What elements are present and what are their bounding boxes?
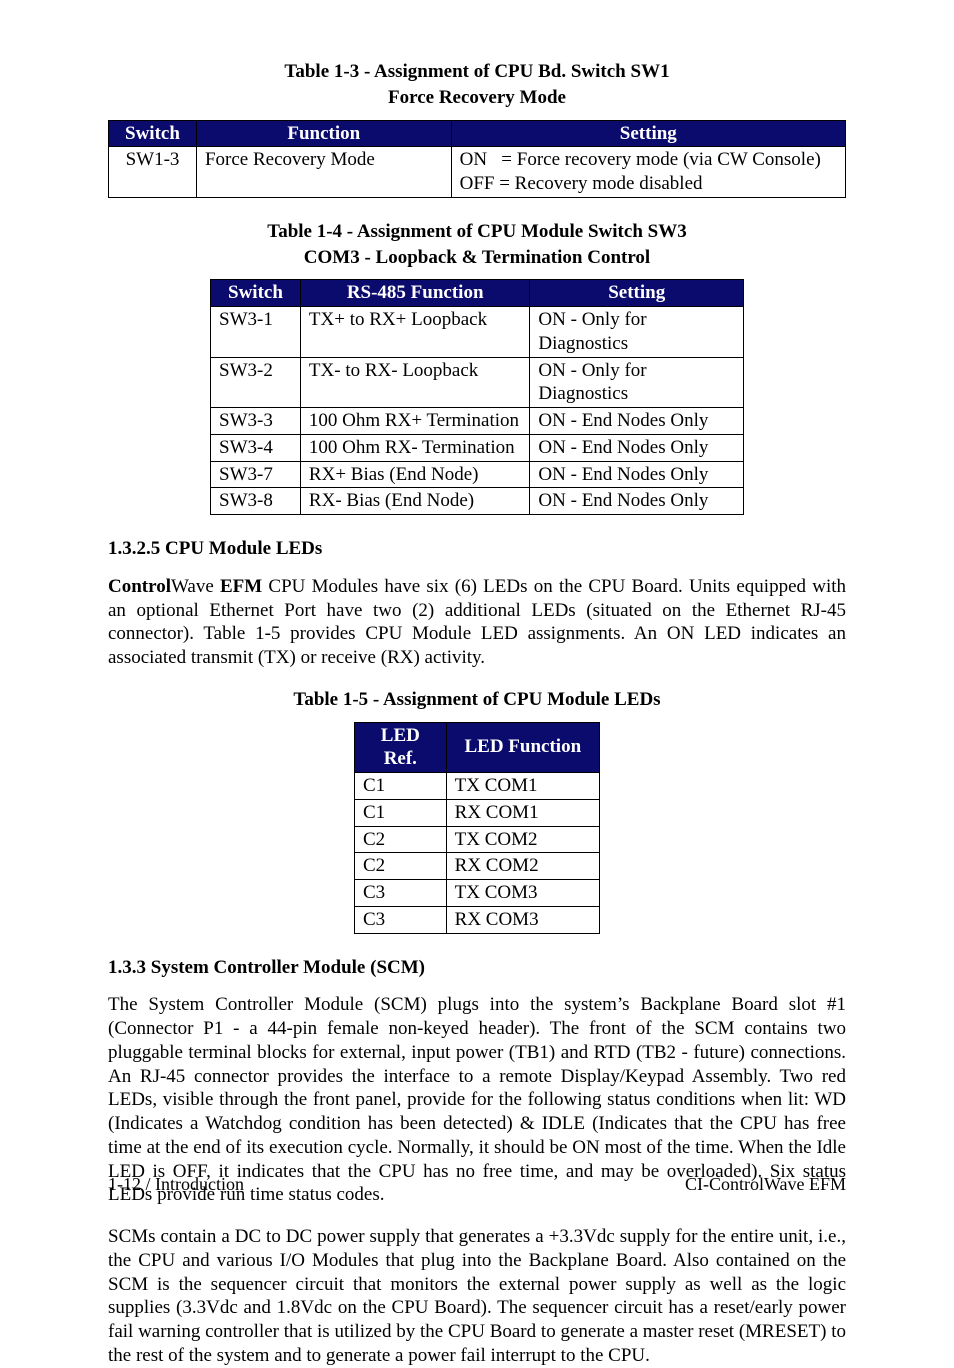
cell-switch: SW3-4 [211, 434, 301, 461]
cell-setting: ON = Force recovery mode (via CW Console… [451, 147, 845, 198]
cell-func: RX- Bias (End Node) [300, 488, 530, 515]
brand-control: Control [108, 576, 171, 597]
cell-function: Force Recovery Mode [196, 147, 451, 198]
cell-ref: C2 [355, 826, 447, 853]
table-row: C2 RX COM2 [355, 853, 600, 880]
table-row: C1 RX COM1 [355, 799, 600, 826]
brand-efm: EFM [220, 576, 262, 597]
cell-func: TX- to RX- Loopback [300, 357, 530, 408]
cell-switch: SW3-2 [211, 357, 301, 408]
table-1-5-caption: Table 1-5 - Assignment of CPU Module LED… [108, 688, 846, 712]
setting-off: OFF = Recovery mode disabled [460, 173, 703, 194]
cell-func: TX COM2 [446, 826, 599, 853]
cell-func: RX COM1 [446, 799, 599, 826]
table-row: C3 RX COM3 [355, 906, 600, 933]
footer-left: 1-12 / Introduction [108, 1173, 244, 1196]
table-1-3-subcaption: Force Recovery Mode [108, 86, 846, 110]
table-header-row: LED Ref. LED Function [355, 722, 600, 773]
cell-ref: C2 [355, 853, 447, 880]
th-led-func: LED Function [446, 722, 599, 773]
table-1-4-caption: Table 1-4 - Assignment of CPU Module Swi… [108, 220, 846, 244]
table-header-row: Switch RS-485 Function Setting [211, 280, 744, 307]
heading-1-3-2-5: 1.3.2.5 CPU Module LEDs [108, 537, 846, 561]
cell-ref: C3 [355, 906, 447, 933]
cell-setting: ON - Only for Diagnostics [530, 307, 744, 358]
cell-func: TX COM3 [446, 880, 599, 907]
table-row: SW3-4 100 Ohm RX- Termination ON - End N… [211, 434, 744, 461]
th-led-ref: LED Ref. [355, 722, 447, 773]
cell-setting: ON - End Nodes Only [530, 434, 744, 461]
th-function: Function [196, 120, 451, 147]
cell-func: TX+ to RX+ Loopback [300, 307, 530, 358]
cell-ref: C1 [355, 799, 447, 826]
table-row: SW3-7 RX+ Bias (End Node) ON - End Nodes… [211, 461, 744, 488]
table-row: SW3-1 TX+ to RX+ Loopback ON - Only for … [211, 307, 744, 358]
cell-ref: C1 [355, 773, 447, 800]
cell-func: RX COM2 [446, 853, 599, 880]
cell-func: 100 Ohm RX- Termination [300, 434, 530, 461]
setting-on: ON = Force recovery mode (via CW Console… [460, 149, 821, 170]
cell-setting: ON - End Nodes Only [530, 461, 744, 488]
table-1-4-subcaption: COM3 - Loopback & Termination Control [108, 246, 846, 270]
cell-switch: SW3-8 [211, 488, 301, 515]
cell-func: RX COM3 [446, 906, 599, 933]
para-scm-2: SCMs contain a DC to DC power supply tha… [108, 1225, 846, 1368]
table-row: C1 TX COM1 [355, 773, 600, 800]
th-switch: Switch [211, 280, 301, 307]
table-1-4: Switch RS-485 Function Setting SW3-1 TX+… [210, 279, 744, 515]
heading-1-3-3: 1.3.3 System Controller Module (SCM) [108, 956, 846, 980]
table-row: SW3-3 100 Ohm RX+ Termination ON - End N… [211, 408, 744, 435]
cell-setting: ON - End Nodes Only [530, 408, 744, 435]
table-1-3: Switch Function Setting SW1-3 Force Reco… [108, 120, 846, 198]
table-row: SW3-8 RX- Bias (End Node) ON - End Nodes… [211, 488, 744, 515]
brand-wave: Wave [171, 576, 220, 597]
cell-setting: ON - End Nodes Only [530, 488, 744, 515]
table-row: C3 TX COM3 [355, 880, 600, 907]
th-setting: Setting [530, 280, 744, 307]
th-setting: Setting [451, 120, 845, 147]
table-1-5: LED Ref. LED Function C1 TX COM1 C1 RX C… [354, 722, 600, 934]
page-footer: 1-12 / Introduction CI-ControlWave EFM [108, 1173, 846, 1196]
table-row: SW1-3 Force Recovery Mode ON = Force rec… [109, 147, 846, 198]
cell-setting: ON - Only for Diagnostics [530, 357, 744, 408]
th-rs485: RS-485 Function [300, 280, 530, 307]
cell-switch: SW3-7 [211, 461, 301, 488]
para-cpu-leds: ControlWave EFM CPU Modules have six (6)… [108, 575, 846, 670]
footer-right: CI-ControlWave EFM [685, 1173, 846, 1196]
cell-switch: SW3-3 [211, 408, 301, 435]
cell-func: TX COM1 [446, 773, 599, 800]
cell-func: 100 Ohm RX+ Termination [300, 408, 530, 435]
table-header-row: Switch Function Setting [109, 120, 846, 147]
cell-switch: SW3-1 [211, 307, 301, 358]
table-row: SW3-2 TX- to RX- Loopback ON - Only for … [211, 357, 744, 408]
cell-switch: SW1-3 [109, 147, 197, 198]
table-1-3-caption: Table 1-3 - Assignment of CPU Bd. Switch… [108, 60, 846, 84]
cell-ref: C3 [355, 880, 447, 907]
th-switch: Switch [109, 120, 197, 147]
cell-func: RX+ Bias (End Node) [300, 461, 530, 488]
table-row: C2 TX COM2 [355, 826, 600, 853]
